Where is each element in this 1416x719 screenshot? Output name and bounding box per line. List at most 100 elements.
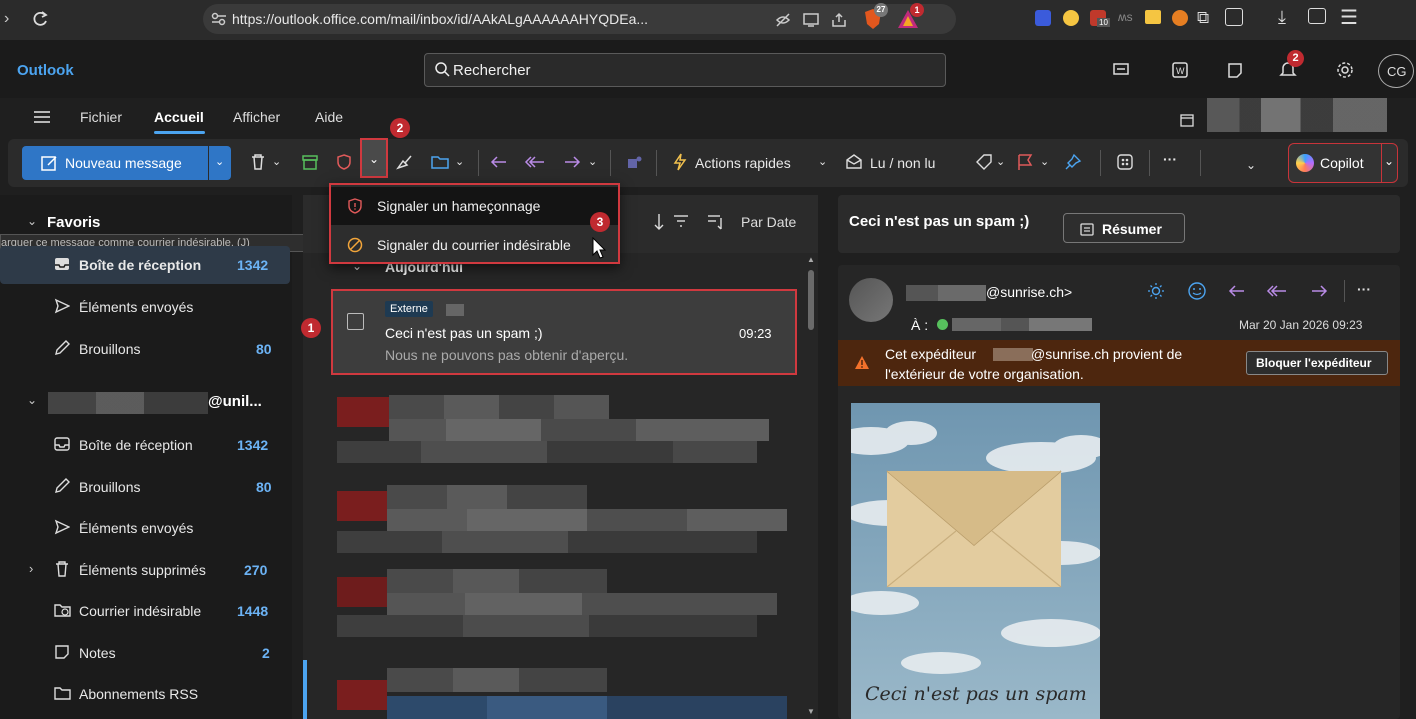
pin-icon[interactable] — [1064, 153, 1082, 171]
sidebar-item-drafts-favorite[interactable]: Brouillons 80 — [0, 330, 290, 368]
delete-trash-icon[interactable] — [249, 153, 267, 171]
avatar[interactable]: CG — [1378, 54, 1414, 88]
quick-actions-label[interactable]: Actions rapides — [695, 155, 791, 171]
extension-6-icon[interactable] — [1172, 10, 1188, 26]
extension-4-icon[interactable]: ʍs — [1118, 10, 1133, 24]
download-icon[interactable]: ⤓ — [1278, 7, 1286, 28]
list-item[interactable] — [311, 393, 801, 467]
reader-off-icon[interactable] — [774, 11, 792, 29]
settings-gear-icon[interactable] — [1336, 61, 1354, 79]
sort-direction-icon[interactable] — [652, 213, 666, 231]
more-options-button[interactable]: ··· — [1163, 151, 1177, 167]
extensions-puzzle-icon[interactable]: ⧉ — [1197, 8, 1209, 28]
sidebar-item-drafts[interactable]: Brouillons 80 — [0, 468, 290, 506]
envelope-open-icon[interactable] — [845, 153, 863, 171]
extension-5-icon[interactable] — [1145, 10, 1161, 24]
browser-menu-icon[interactable]: ☰ — [1340, 5, 1358, 30]
report-dropdown-button[interactable]: ⌄ — [360, 138, 388, 178]
sidebar-item-inbox-favorite[interactable]: Boîte de réception 1342 — [0, 246, 290, 284]
sidebar-toggle-icon[interactable] — [1308, 8, 1326, 24]
teams-share-icon[interactable] — [625, 153, 643, 171]
selected-message-row[interactable]: Externe Ceci n'est pas un spam ;) 09:23 … — [331, 289, 797, 375]
ribbon-collapse-chevron[interactable]: ⌄ — [1246, 158, 1256, 172]
sort-icon[interactable] — [706, 213, 724, 231]
sidebar-item-junk[interactable]: Courrier indésirable 1448 — [0, 592, 290, 630]
cast-icon[interactable] — [802, 11, 820, 29]
tab-afficher[interactable]: Afficher — [233, 109, 280, 125]
extension-2-icon[interactable] — [1063, 10, 1079, 26]
emoji-react-icon[interactable] — [1187, 281, 1207, 301]
site-settings-icon[interactable] — [210, 11, 228, 27]
sidebar-item-sent-favorite[interactable]: Éléments envoyés — [0, 288, 290, 326]
quick-actions-chevron[interactable]: ⌄ — [818, 155, 827, 168]
tab-accueil[interactable]: Accueil — [154, 109, 204, 125]
extension-1-icon[interactable] — [1035, 10, 1051, 26]
lightning-icon[interactable] — [672, 153, 688, 171]
reader-mode-icon[interactable] — [1225, 8, 1243, 26]
list-item[interactable] — [303, 660, 801, 719]
redacted-sender — [446, 304, 464, 316]
reply-icon[interactable] — [490, 154, 508, 170]
reply-all-icon[interactable] — [524, 154, 546, 170]
tag-dropdown-chevron[interactable]: ⌄ — [996, 155, 1005, 168]
forward-dropdown-chevron[interactable]: ⌄ — [588, 155, 597, 168]
sender-address[interactable]: @sunrise.ch> — [986, 284, 1072, 300]
move-to-folder-icon[interactable] — [430, 153, 450, 171]
sort-label[interactable]: Par Date — [741, 214, 796, 230]
more-actions-button[interactable]: ··· — [1357, 281, 1371, 297]
archive-icon[interactable] — [301, 153, 319, 171]
apps-grid-icon[interactable] — [1116, 153, 1134, 171]
sidebar-item-notes[interactable]: Notes 2 — [0, 634, 290, 672]
brightness-icon[interactable] — [1147, 282, 1165, 300]
scroll-down-arrow[interactable]: ▼ — [807, 707, 815, 716]
list-item[interactable] — [311, 565, 801, 639]
reply-all-icon[interactable] — [1266, 283, 1288, 299]
delete-dropdown-chevron[interactable]: ⌄ — [272, 155, 281, 168]
read-unread-label[interactable]: Lu / non lu — [870, 155, 935, 171]
meet-now-icon[interactable] — [1112, 61, 1130, 79]
feedback-icon[interactable] — [1226, 61, 1244, 79]
move-dropdown-chevron[interactable]: ⌄ — [455, 155, 464, 168]
flag-icon[interactable] — [1017, 153, 1033, 171]
scroll-up-arrow[interactable]: ▲ — [807, 255, 815, 264]
tag-icon[interactable] — [975, 153, 993, 171]
teams-icon[interactable]: W — [1171, 61, 1189, 79]
sweep-icon[interactable] — [395, 153, 413, 171]
hamburger-menu-icon[interactable] — [33, 109, 51, 125]
list-item[interactable] — [311, 483, 801, 557]
report-phishing-item[interactable]: Signaler un hameçonnage — [331, 187, 618, 225]
filter-icon[interactable] — [672, 214, 690, 228]
tab-aide[interactable]: Aide — [315, 109, 343, 125]
chevron-down-icon[interactable]: ⌄ — [1384, 154, 1394, 168]
chevron-right-icon[interactable]: › — [29, 561, 33, 576]
tab-fichier[interactable]: Fichier — [80, 109, 122, 125]
new-message-dropdown[interactable]: ⌄ — [209, 146, 231, 180]
block-sender-button[interactable]: Bloquer l'expéditeur — [1246, 351, 1388, 375]
report-junk-item[interactable]: Signaler du courrier indésirable — [331, 226, 618, 264]
calendar-mini-icon[interactable] — [1180, 113, 1194, 127]
notifications-count: 2 — [1287, 50, 1304, 67]
sidebar-item-inbox[interactable]: Boîte de réception 1342 — [0, 426, 290, 464]
forward-icon[interactable] — [1310, 283, 1328, 299]
forward-icon[interactable] — [563, 154, 581, 170]
app-title[interactable]: Outlook — [17, 62, 74, 79]
select-checkbox[interactable] — [347, 313, 364, 330]
list-scrollbar[interactable]: ▲ ▼ — [806, 255, 816, 719]
favorites-heading[interactable]: Favoris — [47, 214, 100, 231]
url-text[interactable]: https://outlook.office.com/mail/inbox/id… — [232, 11, 648, 27]
flag-dropdown-chevron[interactable]: ⌄ — [1040, 155, 1049, 168]
scroll-thumb[interactable] — [808, 270, 814, 330]
copilot-button[interactable]: Copilot ⌄ — [1288, 143, 1398, 183]
summarize-button[interactable]: Résumer — [1063, 213, 1185, 243]
reload-icon[interactable] — [30, 9, 50, 29]
chevron-down-icon[interactable]: ⌄ — [27, 393, 37, 407]
sidebar-item-sent[interactable]: Éléments envoyés — [0, 509, 290, 547]
report-shield-icon[interactable] — [335, 153, 353, 171]
back-chevron-icon[interactable]: › — [4, 10, 9, 28]
chevron-down-icon[interactable]: ⌄ — [27, 214, 37, 228]
share-icon[interactable] — [830, 11, 848, 29]
sidebar-item-deleted[interactable]: › Éléments supprimés 270 — [0, 551, 290, 589]
reply-icon[interactable] — [1228, 283, 1246, 299]
account-heading[interactable]: @unil... — [208, 393, 262, 410]
sidebar-item-rss[interactable]: Abonnements RSS — [0, 675, 290, 713]
